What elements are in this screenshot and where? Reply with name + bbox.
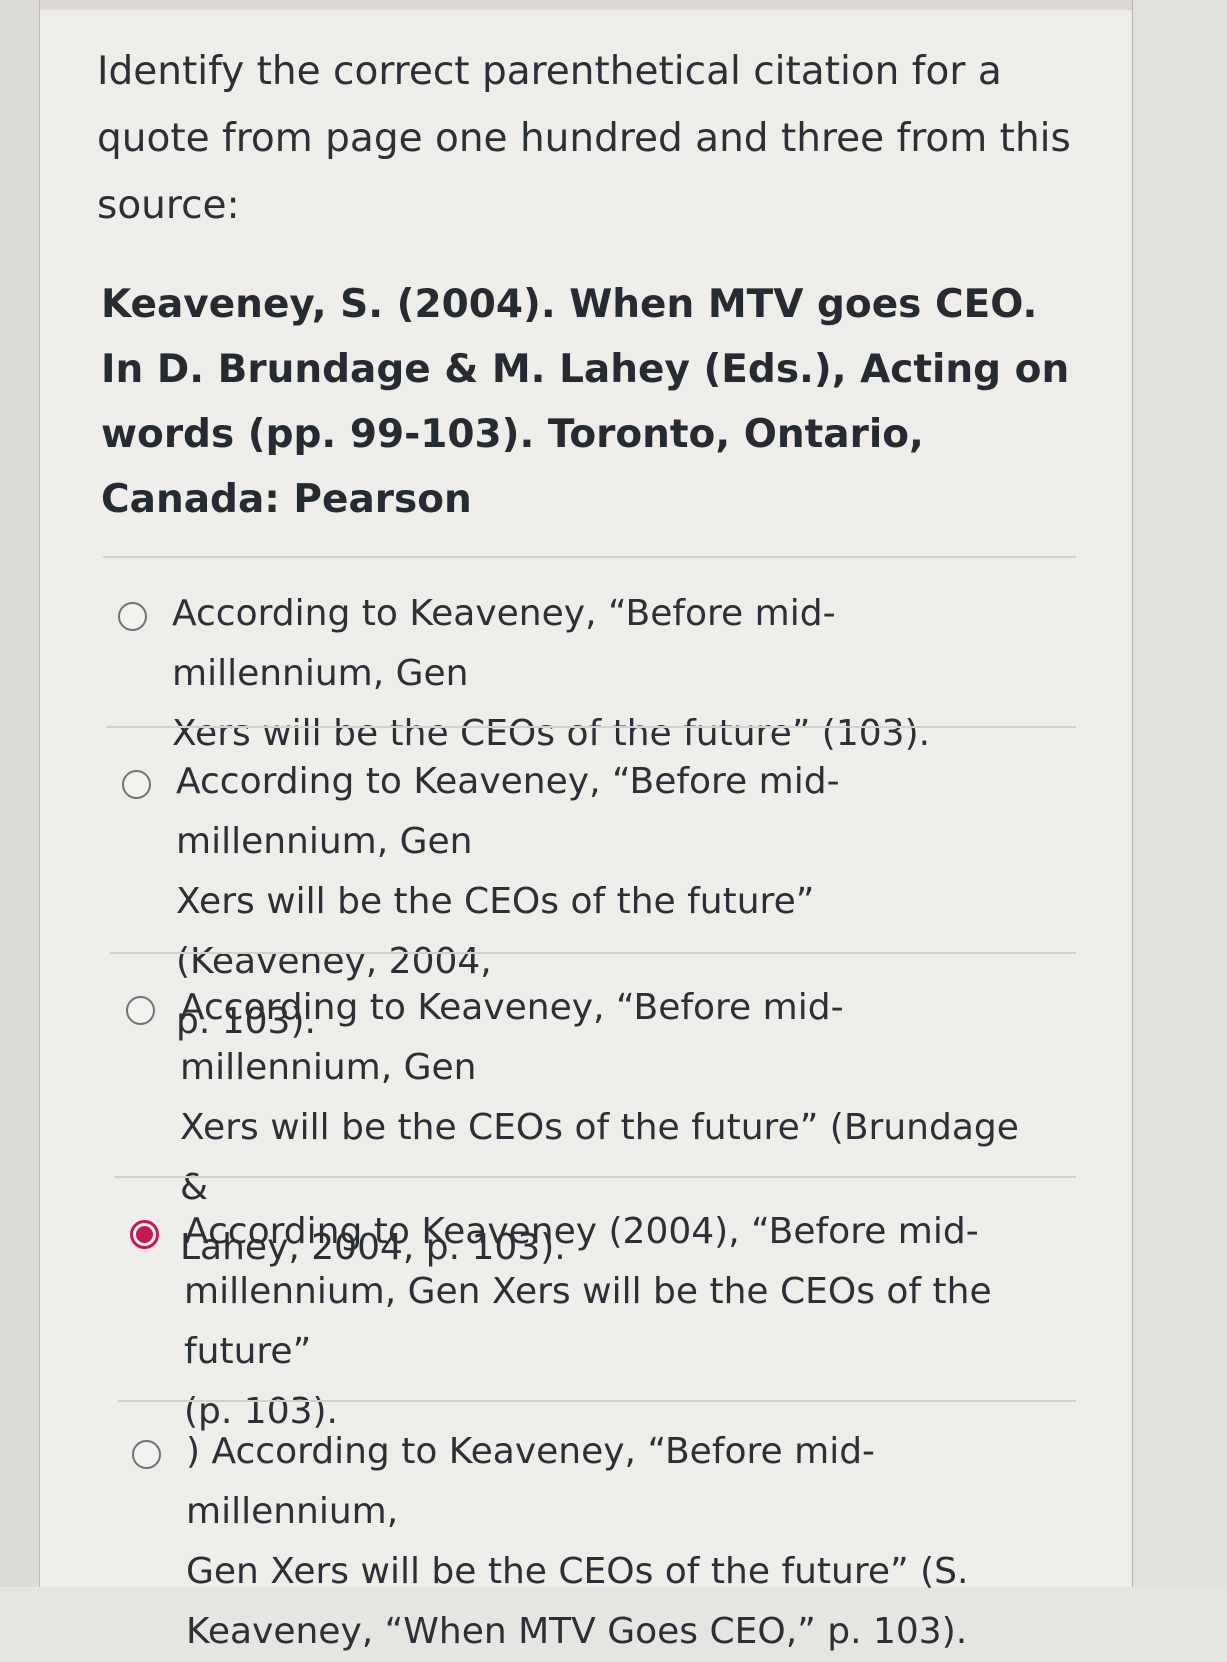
answer-divider	[110, 952, 1076, 954]
left-page-margin	[0, 0, 40, 1587]
answer-option-text: ) According to Keaveney, “Before mid-mil…	[186, 1431, 969, 1652]
answer-option-1[interactable]: According to Keaveney, “Before mid-mille…	[118, 584, 1018, 764]
answer-divider	[103, 556, 1076, 558]
radio-button-icon[interactable]	[126, 996, 155, 1025]
right-page-margin	[1132, 0, 1227, 1587]
answer-option-text: According to Keaveney (2004), “Before mi…	[184, 1211, 992, 1432]
answer-divider	[114, 1176, 1076, 1178]
answer-divider	[106, 726, 1076, 728]
radio-button-icon[interactable]	[122, 770, 151, 799]
radio-button-icon[interactable]	[118, 602, 147, 631]
top-edge	[0, 0, 1227, 10]
question-card: Identify the correct parenthetical citat…	[40, 10, 1132, 1652]
answer-divider	[118, 1400, 1076, 1402]
source-reference: Keaveney, S. (2004). When MTV goes CEO. …	[101, 282, 1070, 522]
radio-button-selected-icon[interactable]	[130, 1220, 159, 1249]
answer-option-text: According to Keaveney, “Before mid-mille…	[172, 593, 931, 754]
radio-button-icon[interactable]	[132, 1440, 161, 1469]
answer-option-4-selected[interactable]: According to Keaveney (2004), “Before mi…	[130, 1202, 1030, 1442]
answer-option-5[interactable]: ) According to Keaveney, “Before mid-mil…	[132, 1422, 1032, 1662]
question-prompt: Identify the correct parenthetical citat…	[97, 49, 1071, 228]
